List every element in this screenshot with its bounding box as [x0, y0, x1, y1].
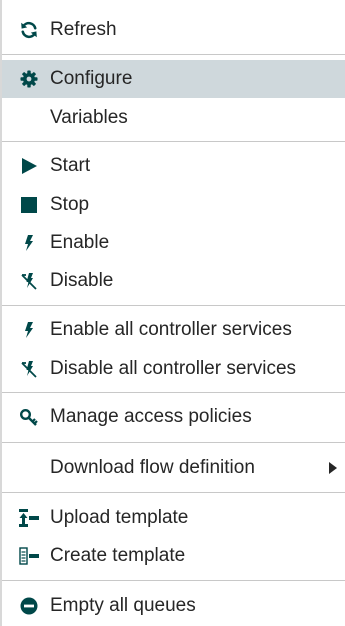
menu-divider	[2, 305, 345, 306]
bolt-off-icon	[18, 270, 40, 292]
context-menu: Refresh Configure Variables Start Stop E…	[0, 0, 345, 626]
menu-divider	[2, 54, 345, 55]
menu-item-label: Upload template	[50, 507, 189, 528]
create-template-icon	[18, 545, 40, 567]
stop-icon	[18, 194, 40, 216]
menu-item-label: Manage access policies	[50, 406, 252, 427]
menu-item-stop[interactable]: Stop	[2, 186, 345, 224]
menu-item-label: Disable	[50, 270, 114, 291]
menu-item-label: Empty all queues	[50, 595, 196, 616]
menu-item-configure[interactable]: Configure	[2, 60, 345, 98]
menu-divider	[2, 141, 345, 142]
menu-divider	[2, 580, 345, 581]
minus-circle-icon	[18, 595, 40, 617]
menu-item-label: Stop	[50, 194, 90, 215]
bolt-icon	[18, 319, 40, 341]
menu-item-label: Configure	[50, 68, 133, 89]
menu-item-label: Start	[50, 155, 91, 176]
menu-item-enable[interactable]: Enable	[2, 224, 345, 262]
key-icon	[18, 406, 40, 428]
menu-item-empty-all-queues[interactable]: Empty all queues	[2, 587, 345, 625]
menu-item-disable-all-controller-services[interactable]: Disable all controller services	[2, 350, 345, 388]
menu-item-create-template[interactable]: Create template	[2, 537, 345, 575]
upload-template-icon	[18, 507, 40, 529]
menu-divider	[2, 492, 345, 493]
bolt-off-icon	[18, 358, 40, 380]
play-icon	[18, 155, 40, 177]
menu-item-upload-template[interactable]: Upload template	[2, 499, 345, 537]
menu-item-label: Disable all controller services	[50, 358, 297, 379]
menu-item-label: Create template	[50, 545, 186, 566]
menu-item-disable[interactable]: Disable	[2, 262, 345, 300]
menu-item-label: Variables	[50, 107, 128, 128]
menu-divider	[2, 392, 345, 393]
menu-item-label: Refresh	[50, 19, 117, 40]
menu-item-start[interactable]: Start	[2, 147, 345, 185]
menu-item-enable-all-controller-services[interactable]: Enable all controller services	[2, 311, 345, 349]
bolt-icon	[18, 232, 40, 254]
gear-icon	[18, 68, 40, 90]
menu-divider	[2, 442, 345, 443]
menu-item-manage-access-policies[interactable]: Manage access policies	[2, 398, 345, 436]
menu-item-label: Download flow definition	[50, 457, 255, 478]
refresh-icon	[18, 19, 40, 41]
menu-item-label: Enable all controller services	[50, 319, 292, 340]
menu-item-refresh[interactable]: Refresh	[2, 11, 345, 49]
caret-right-icon	[328, 461, 338, 475]
menu-item-label: Enable	[50, 232, 110, 253]
menu-item-variables[interactable]: Variables	[2, 99, 345, 137]
menu-item-download-flow-definition[interactable]: Download flow definition	[2, 449, 345, 487]
